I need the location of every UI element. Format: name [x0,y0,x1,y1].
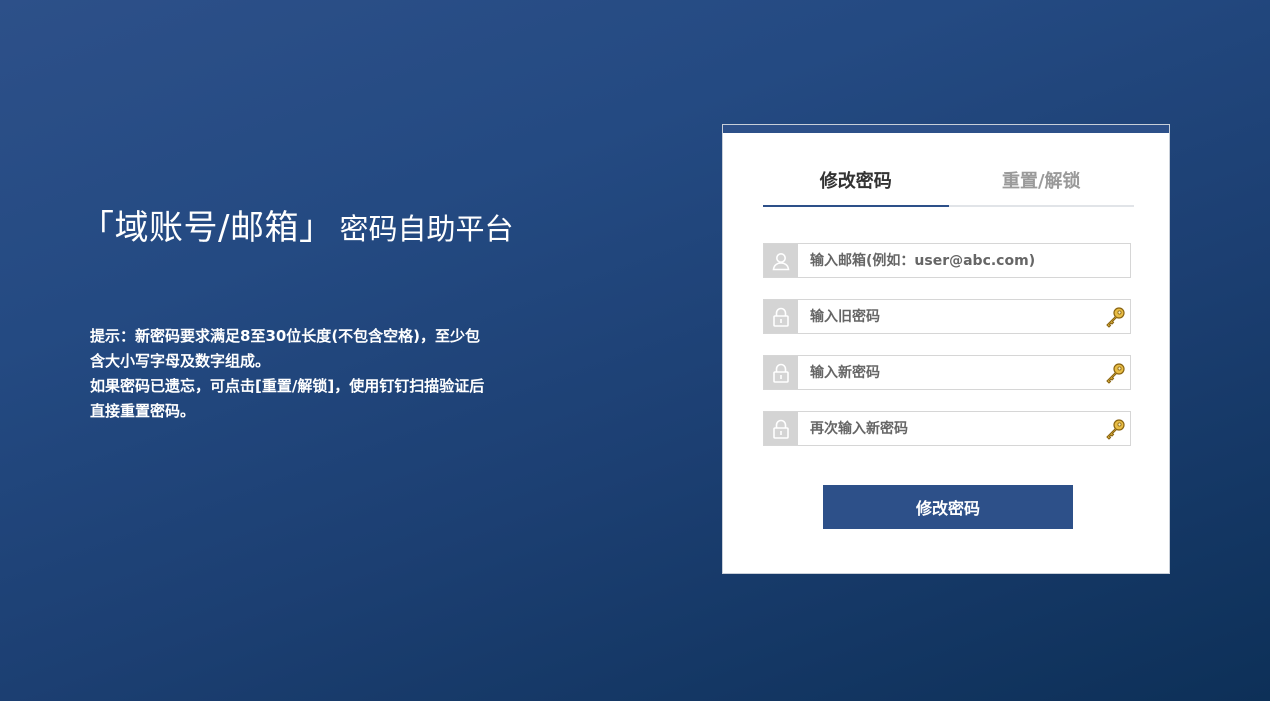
email-input[interactable] [798,245,1130,276]
old-password-input[interactable] [798,301,1100,332]
confirm-password-field [763,411,1131,446]
page-title: 「域账号/邮箱」 密码自助平台 [80,200,513,249]
lock-icon [764,412,798,445]
tab-change-password[interactable]: 修改密码 [763,165,949,207]
page-title-main: 「域账号/邮箱」 [80,208,334,248]
hint-text: 提示：新密码要求满足8至30位长度(不包含空格)，至少包含大小写字母及数字组成。… [90,324,490,424]
page-title-sub: 密码自助平台 [339,212,514,246]
user-icon [764,244,798,277]
panel-top-bar [723,125,1169,133]
email-field [763,243,1131,278]
old-password-field [763,299,1131,334]
confirm-password-input[interactable] [798,413,1100,444]
lock-icon [764,300,798,333]
hint-line-2: 如果密码已遗忘，可点击[重置/解锁]，使用钉钉扫描验证后直接重置密码。 [90,377,485,420]
key-icon[interactable] [1100,412,1130,445]
tab-reset-unlock[interactable]: 重置/解锁 [949,165,1135,205]
tab-bar: 修改密码 重置/解锁 [763,165,1134,207]
lock-icon [764,356,798,389]
password-panel: 修改密码 重置/解锁 输入邮箱(例如：user@abc.com) 修改密码 [722,124,1170,574]
submit-change-password-button[interactable]: 修改密码 [823,485,1073,529]
hint-line-1: 提示：新密码要求满足8至30位长度(不包含空格)，至少包含大小写字母及数字组成。 [90,327,481,370]
new-password-input[interactable] [798,357,1100,388]
key-icon[interactable] [1100,356,1130,389]
key-icon[interactable] [1100,300,1130,333]
new-password-field [763,355,1131,390]
